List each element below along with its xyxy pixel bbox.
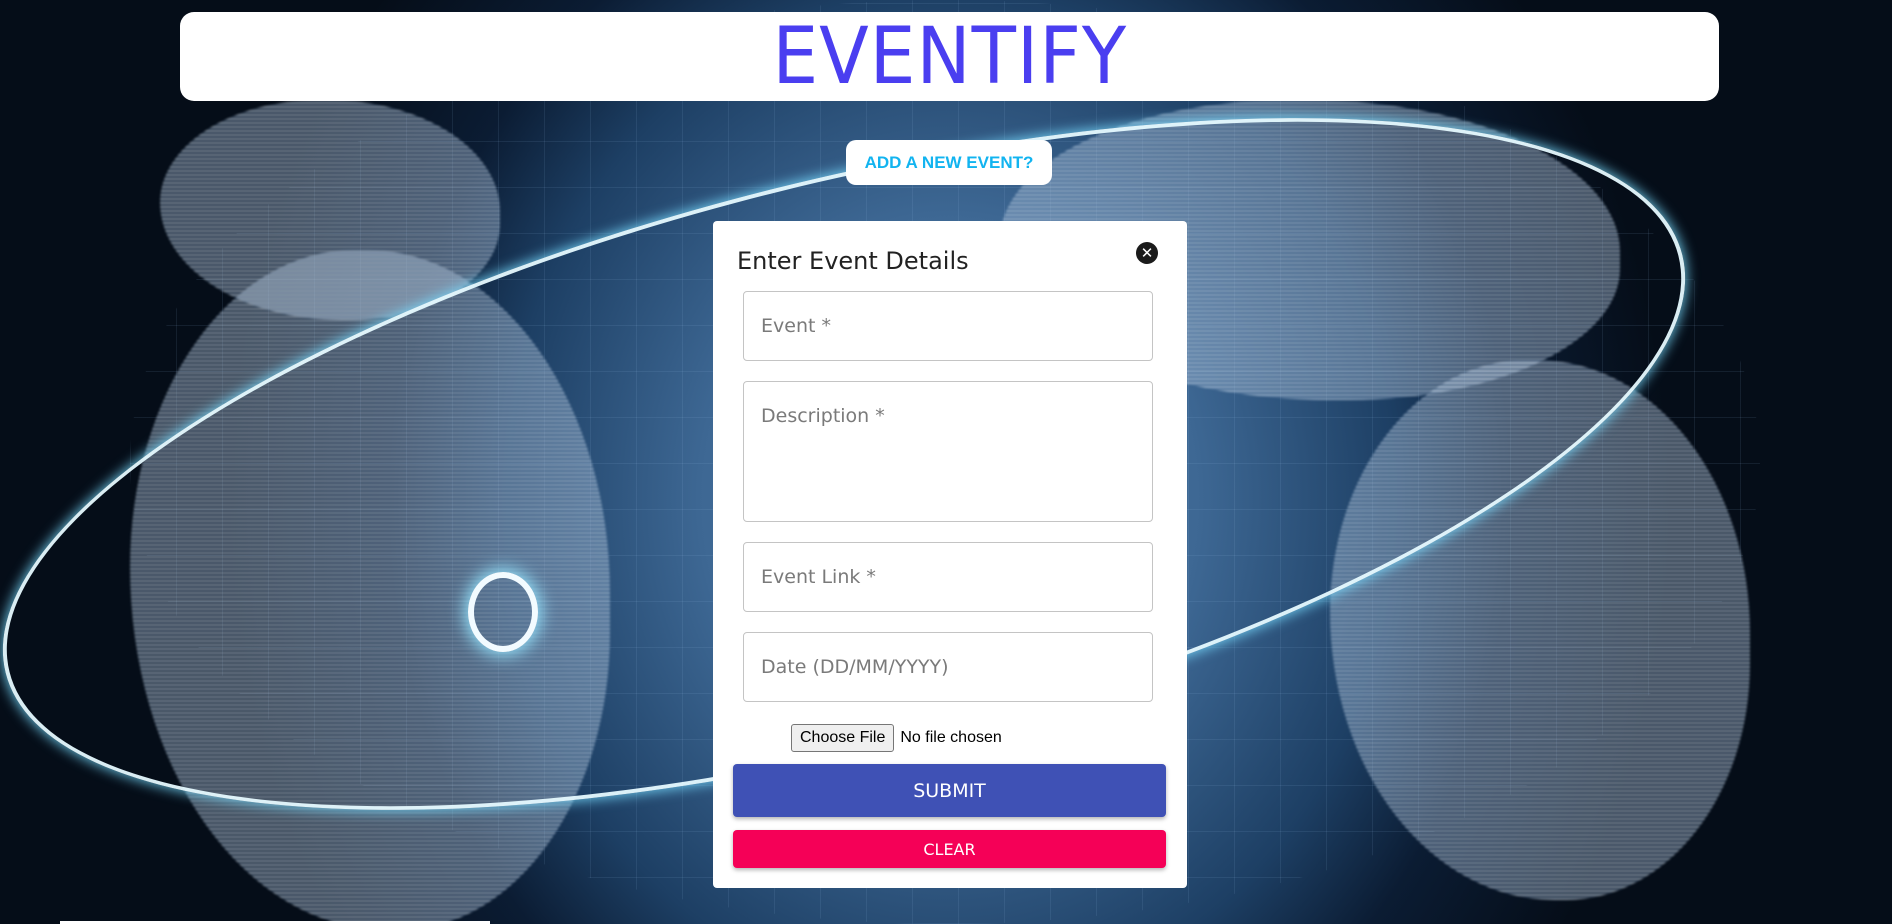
file-input: Choose File No file chosen — [791, 724, 1002, 752]
file-status: No file chosen — [900, 729, 1002, 746]
app-header: EVENTIFY — [180, 11, 1719, 102]
event-field[interactable]: Event * — [743, 291, 1153, 361]
add-event-button[interactable]: ADD A NEW EVENT? — [846, 140, 1052, 185]
description-field[interactable]: Description * — [743, 381, 1153, 522]
close-icon[interactable]: ✕ — [1136, 242, 1158, 264]
event-link-field[interactable]: Event Link * — [743, 542, 1153, 612]
location-ring — [468, 572, 538, 652]
date-placeholder: Date (DD/MM/YYYY) — [761, 656, 949, 678]
date-field[interactable]: Date (DD/MM/YYYY) — [743, 632, 1153, 702]
submit-button[interactable]: SUBMIT — [733, 764, 1166, 817]
event-link-placeholder: Event Link * — [761, 566, 876, 588]
clear-button[interactable]: CLEAR — [733, 830, 1166, 868]
modal-title: Enter Event Details — [737, 247, 969, 275]
choose-file-button[interactable]: Choose File — [791, 724, 895, 752]
event-modal: Enter Event Details ✕ Event * Descriptio… — [713, 221, 1187, 888]
event-placeholder: Event * — [761, 315, 831, 337]
brand-title: EVENTIFY — [772, 11, 1127, 102]
description-placeholder: Description * — [761, 405, 885, 427]
